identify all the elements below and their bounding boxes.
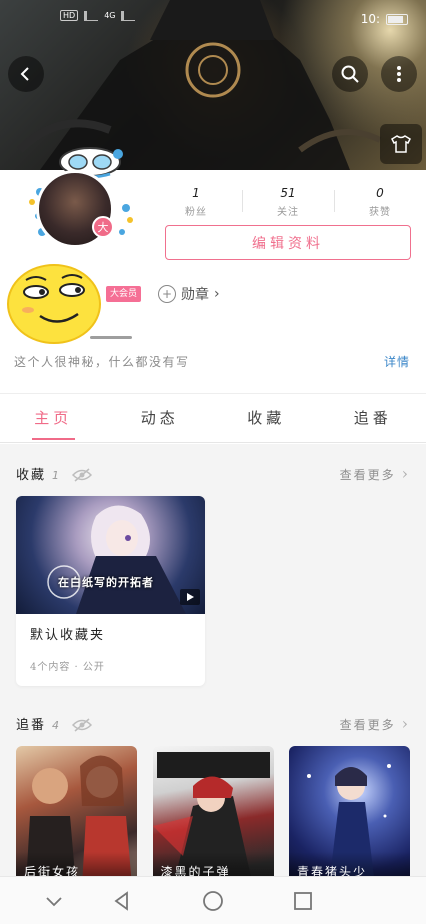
medal-label: 勋章 xyxy=(181,287,209,303)
chevron-down-icon[interactable] xyxy=(42,889,66,913)
stat-following[interactable]: 51 关注 xyxy=(242,186,334,220)
network-type: 4G xyxy=(104,11,116,20)
smiley-face-sticker-icon[interactable] xyxy=(6,262,102,344)
profile-tabs: 主页 动态 收藏 追番 xyxy=(0,393,426,443)
stat-value: 1 xyxy=(192,186,200,200)
chevron-right-icon: › xyxy=(401,464,410,483)
favorites-section-header: 收藏 1 查看更多 › xyxy=(16,464,410,486)
favorite-folder-card[interactable]: 在白纸写的开拓者 默认收藏夹 4个内容 · 公开 xyxy=(16,496,205,686)
edit-profile-button[interactable]: 编辑资料 xyxy=(165,225,411,260)
medal-link[interactable]: + 勋章 › xyxy=(158,284,220,304)
more-vertical-icon xyxy=(397,66,401,82)
bangumi-count: 4 xyxy=(52,719,60,732)
favorite-folder-cover: 在白纸写的开拓者 xyxy=(16,496,205,614)
stat-value: 0 xyxy=(376,186,384,200)
favorite-folder-title: 默认收藏夹 xyxy=(30,628,106,643)
stat-label: 获赞 xyxy=(369,207,391,218)
back-button[interactable] xyxy=(8,56,44,92)
signal-icon xyxy=(84,10,99,21)
stat-value: 51 xyxy=(280,186,296,200)
status-time: 10: xyxy=(360,12,380,26)
cover-caption: 在白纸写的开拓者 xyxy=(58,576,154,589)
see-more-label: 查看更多 xyxy=(339,468,396,482)
favorites-section-title: 收藏 xyxy=(16,468,47,483)
profile-stats: 1 粉丝 51 关注 0 获赞 xyxy=(150,186,426,220)
nav-back-icon[interactable] xyxy=(110,889,134,913)
medal-add-icon: + xyxy=(158,285,176,303)
signal-icon xyxy=(121,10,136,21)
tshirt-icon xyxy=(391,135,411,153)
stat-followers[interactable]: 1 粉丝 xyxy=(150,186,242,220)
system-navigation-bar xyxy=(0,876,426,924)
status-bar: HD 4G 10: xyxy=(0,0,426,34)
profile-detail-link[interactable]: 详情 xyxy=(384,353,410,370)
chevron-right-icon: › xyxy=(214,286,220,302)
search-button[interactable] xyxy=(332,56,368,92)
bangumi-section-header: 追番 4 查看更多 › xyxy=(16,714,410,736)
more-button[interactable] xyxy=(381,56,417,92)
theme-skin-button[interactable] xyxy=(380,124,422,164)
username-underline xyxy=(90,336,132,339)
home-content: 收藏 1 查看更多 › 在白纸写的开拓者 默认收藏夹 4个内容 · 公开 追番 4 xyxy=(0,444,426,876)
search-icon xyxy=(341,65,359,83)
bangumi-card[interactable]: 后街女孩 xyxy=(16,746,137,876)
chevron-right-icon: › xyxy=(401,714,410,733)
tab-home[interactable]: 主页 xyxy=(0,394,107,442)
bangumi-title: 青春猪头少 xyxy=(297,865,368,876)
bangumi-card[interactable]: 青春猪头少 xyxy=(289,746,410,876)
bangumi-title: 后街女孩 xyxy=(24,865,81,876)
bangumi-section-title: 追番 xyxy=(16,718,47,733)
cover-artwork xyxy=(47,505,186,614)
eye-off-icon[interactable] xyxy=(72,717,93,732)
bangumi-card[interactable]: 漆黑的子弹 xyxy=(152,746,274,876)
hd-tag: HD xyxy=(60,10,79,21)
bangumi-title: 漆黑的子弹 xyxy=(160,865,231,876)
see-more-label: 查看更多 xyxy=(339,718,396,732)
tab-favorites[interactable]: 收藏 xyxy=(213,394,320,442)
stat-label: 关注 xyxy=(277,207,299,218)
nav-home-icon[interactable] xyxy=(201,889,225,913)
profile-bio: 这个人很神秘，什么都没有写 xyxy=(14,355,190,369)
bangumi-list: 后街女孩 漆黑的子弹 青春猪头少 xyxy=(16,746,410,876)
bangumi-see-more[interactable]: 查看更多 › xyxy=(340,714,410,733)
tab-dynamics[interactable]: 动态 xyxy=(107,394,214,442)
vip-badge[interactable]: 大会员 xyxy=(106,286,142,302)
video-play-icon xyxy=(180,589,200,605)
battery-icon xyxy=(386,13,408,25)
back-arrow-icon xyxy=(20,67,29,81)
avatar-container[interactable]: 大 xyxy=(18,140,136,250)
favorite-folder-meta: 4个内容 · 公开 xyxy=(30,662,105,673)
tab-bangumi[interactable]: 追番 xyxy=(320,394,426,442)
nav-recents-icon[interactable] xyxy=(291,889,315,913)
stat-likes[interactable]: 0 获赞 xyxy=(334,186,426,220)
stat-label: 粉丝 xyxy=(185,207,207,218)
eye-off-icon[interactable] xyxy=(72,467,93,482)
favorites-see-more[interactable]: 查看更多 › xyxy=(340,464,410,483)
favorites-count: 1 xyxy=(52,469,60,482)
rank-badge: 大 xyxy=(92,216,114,238)
